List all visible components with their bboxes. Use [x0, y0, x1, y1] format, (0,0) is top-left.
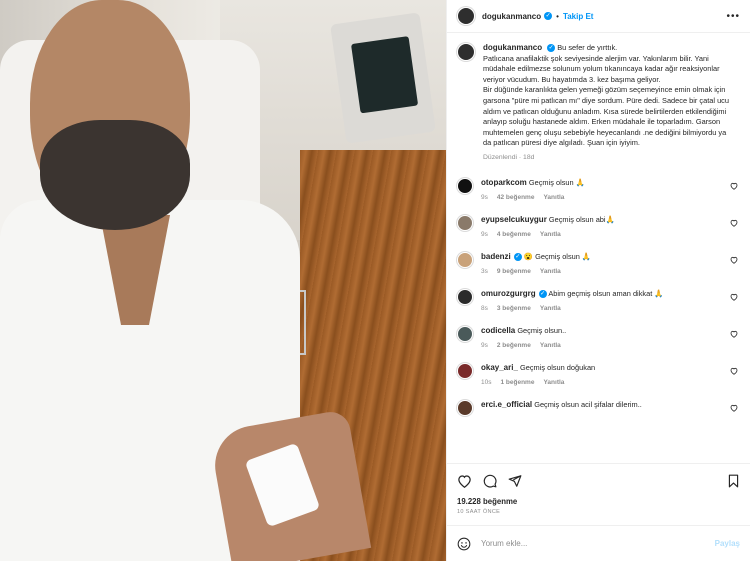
comment-likes[interactable]: 2 beğenme — [497, 342, 531, 349]
reply-button[interactable]: Yanıtla — [540, 305, 561, 312]
share-icon[interactable] — [508, 474, 522, 488]
comment-text: Geçmiş olsun.. — [517, 325, 567, 335]
comment-like-heart-icon[interactable] — [730, 367, 738, 375]
comment-item: eyupselcukuygur Geçmiş olsun abi🙏 9s 4 beğ… — [457, 214, 740, 238]
comment-time[interactable]: 9s — [481, 342, 488, 349]
reply-button[interactable]: Yanıtla — [543, 379, 564, 386]
comment-likes[interactable]: 42 beğenme — [497, 194, 535, 201]
comment-likes[interactable]: 4 beğenme — [497, 231, 531, 238]
more-options-button[interactable]: ••• — [726, 11, 740, 22]
comment-text: Geçmiş olsun 🙏 — [528, 177, 585, 187]
comments-scroll-area[interactable]: dogukanmanco ✓ Bu sefer de yırttık. Patl… — [447, 33, 750, 463]
comment-like-heart-icon[interactable] — [730, 330, 738, 338]
comment-time[interactable]: 9s — [481, 194, 488, 201]
action-bar — [447, 463, 750, 497]
reply-button[interactable]: Yanıtla — [543, 194, 564, 201]
comment-item: okay_ari_ Geçmiş olsun doğukan 10s 1 beğen… — [457, 362, 740, 386]
comment-avatar[interactable] — [457, 399, 473, 416]
comment-meta: 9s 42 beğenme Yanıtla — [481, 194, 736, 201]
comment-text: 😮 Geçmiş olsun 🙏 — [523, 251, 592, 261]
comment-like-heart-icon[interactable] — [730, 256, 738, 264]
author-username[interactable]: dogukanmanco — [482, 12, 541, 21]
verified-icon: ✓ — [544, 12, 553, 20]
comment-like-heart-icon[interactable] — [730, 182, 738, 190]
comment-text: Geçmiş olsun abi🙏 — [548, 214, 615, 224]
verified-icon: ✓ — [538, 289, 547, 298]
save-icon[interactable] — [727, 474, 740, 488]
comment-icon[interactable] — [483, 474, 497, 488]
comment-time[interactable]: 9s — [481, 231, 488, 238]
comment-text: Abim geçmiş olsun aman dikkat 🙏 — [548, 288, 664, 298]
comment-like-heart-icon[interactable] — [730, 293, 738, 301]
post-time[interactable]: 10 SAAT ÖNCE — [447, 506, 750, 515]
comment-username[interactable]: okay_ari_ — [481, 363, 518, 372]
caption: dogukanmanco ✓ Bu sefer de yırttık. Patl… — [457, 43, 740, 164]
comment-time[interactable]: 8s — [481, 305, 488, 312]
comment-username[interactable]: codicella — [481, 326, 515, 335]
photo-medical-monitor — [330, 12, 436, 144]
author-avatar[interactable] — [457, 7, 475, 25]
caption-text: dogukanmanco ✓ Bu sefer de yırttık. Patl… — [483, 43, 733, 149]
reply-button[interactable]: Yanıtla — [540, 342, 561, 349]
comment-username[interactable]: omurozgurgrg — [481, 289, 536, 298]
comment-time[interactable]: 3s — [481, 268, 488, 275]
post-photo[interactable] — [0, 0, 446, 561]
comment-avatar[interactable] — [457, 288, 473, 305]
verified-icon: ✓ — [513, 252, 522, 261]
comment-like-heart-icon[interactable] — [730, 219, 738, 227]
comment-avatar[interactable] — [457, 362, 473, 379]
comment-avatar[interactable] — [457, 251, 473, 268]
comment-meta: 9s 4 beğenme Yanıtla — [481, 231, 736, 238]
comment-username[interactable]: erci.e_official — [481, 400, 532, 409]
comment-input[interactable] — [481, 539, 715, 548]
comment-item: omurozgurgrg ✓ Abim geçmiş olsun aman dik… — [457, 288, 740, 312]
caption-username[interactable]: dogukanmanco — [483, 43, 542, 52]
heart-icon[interactable] — [457, 474, 472, 488]
comment-username[interactable]: otoparkcom — [481, 178, 527, 187]
comment-avatar[interactable] — [457, 214, 473, 231]
caption-edited-meta: Düzenlendi · 18d — [483, 153, 535, 161]
comment-avatar[interactable] — [457, 325, 473, 342]
instagram-post-view: dogukanmanco ✓ • Takip Et ••• dogukanman… — [0, 0, 750, 561]
comment-meta: 10s 1 beğenme Yanıtla — [481, 379, 736, 386]
follow-button[interactable]: Takip Et — [563, 12, 594, 21]
comment-username[interactable]: badenzi — [481, 252, 511, 261]
caption-body: Bu sefer de yırttık. Patlıcana anafilakt… — [483, 43, 729, 148]
comment-time[interactable]: 10s — [481, 379, 491, 386]
separator-dot: • — [556, 11, 559, 21]
comment-item: codicella Geçmiş olsun.. 9s 2 beğenme Yanıt… — [457, 325, 740, 349]
comment-username[interactable]: eyupselcukuygur — [481, 215, 547, 224]
emoji-icon[interactable] — [457, 537, 471, 551]
post-comment-button[interactable]: Paylaş — [715, 539, 740, 548]
comment-avatar[interactable] — [457, 177, 473, 194]
post-header: dogukanmanco ✓ • Takip Et ••• — [447, 0, 750, 33]
comment-text: Geçmiş olsun acil şifalar dilerim.. — [534, 399, 642, 409]
comment-item: otoparkcom Geçmiş olsun 🙏 9s 42 beğenme Yan… — [457, 177, 740, 201]
comment-text: Geçmiş olsun doğukan — [519, 362, 596, 372]
reply-button[interactable]: Yanıtla — [540, 231, 561, 238]
caption-avatar[interactable] — [457, 43, 475, 61]
comment-list: otoparkcom Geçmiş olsun 🙏 9s 42 beğenme Yan… — [457, 177, 740, 416]
comment-meta: 3s 9 beğenme Yanıtla — [481, 268, 736, 275]
verified-icon: ✓ — [547, 44, 556, 53]
reply-button[interactable]: Yanıtla — [540, 268, 561, 275]
comment-item: badenzi ✓ 😮 Geçmiş olsun 🙏 3s 9 beğenme Yanı… — [457, 251, 740, 275]
comment-likes[interactable]: 3 beğenme — [497, 305, 531, 312]
like-count[interactable]: 19.228 beğenme — [447, 497, 750, 506]
photo-beard — [40, 120, 190, 230]
comment-like-heart-icon[interactable] — [730, 404, 738, 412]
comment-item: erci.e_official Geçmiş olsun acil şifala… — [457, 399, 740, 416]
comment-composer: Paylaş — [447, 525, 750, 561]
post-side-panel: dogukanmanco ✓ • Takip Et ••• dogukanman… — [446, 0, 750, 561]
comment-meta: 8s 3 beğenme Yanıtla — [481, 305, 736, 312]
comment-likes[interactable]: 1 beğenme — [500, 379, 534, 386]
comment-likes[interactable]: 9 beğenme — [497, 268, 531, 275]
comment-meta: 9s 2 beğenme Yanıtla — [481, 342, 736, 349]
